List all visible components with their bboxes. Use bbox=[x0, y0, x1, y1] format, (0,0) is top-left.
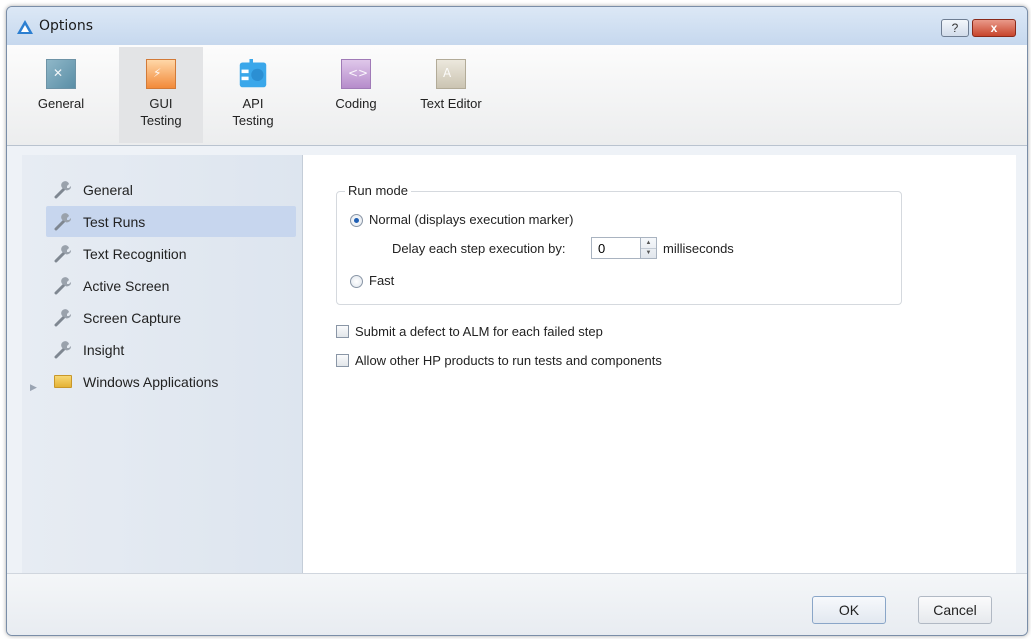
delay-unit-label: milliseconds bbox=[663, 241, 734, 256]
sidebar-item-label: Screen Capture bbox=[83, 309, 182, 326]
tab-text-editor-label: Text Editor bbox=[420, 96, 482, 111]
options-dialog: Options ? x ✕ General ⚡ GUI Testing API Te… bbox=[6, 6, 1028, 636]
title-bar[interactable]: Options ? x bbox=[7, 7, 1027, 45]
allow-hp-products-label[interactable]: Allow other HP products to run tests and… bbox=[355, 353, 662, 368]
sidebar-item-screen-capture[interactable]: Screen Capture bbox=[46, 302, 296, 333]
submit-defect-label[interactable]: Submit a defect to ALM for each failed s… bbox=[355, 324, 603, 339]
folder-icon bbox=[54, 375, 72, 388]
tab-coding-label: Coding bbox=[335, 96, 377, 111]
normal-mode-radio[interactable] bbox=[350, 214, 363, 227]
sidebar-item-text-recognition[interactable]: Text Recognition bbox=[46, 238, 296, 269]
window-title: Options bbox=[39, 18, 94, 34]
gui-testing-icon: ⚡ bbox=[146, 59, 176, 89]
tab-general[interactable]: ✕ General bbox=[11, 47, 111, 143]
sidebar-item-active-screen[interactable]: Active Screen bbox=[46, 270, 296, 301]
options-navigation-tree: General Test Runs Text Recognition Activ… bbox=[22, 155, 303, 573]
run-mode-legend: Run mode bbox=[345, 183, 411, 198]
sidebar-item-label: Test Runs bbox=[83, 213, 146, 230]
help-button[interactable]: ? bbox=[941, 19, 969, 37]
ok-button[interactable]: OK bbox=[812, 596, 886, 624]
wrench-icon bbox=[54, 276, 72, 294]
tab-api-testing[interactable]: API Testing bbox=[211, 47, 295, 143]
delay-input[interactable] bbox=[591, 237, 641, 259]
general-tools-icon: ✕ bbox=[46, 59, 76, 89]
sidebar-item-general[interactable]: General bbox=[46, 174, 296, 205]
coding-icon: <> bbox=[341, 59, 371, 89]
delay-spinner[interactable]: ▲ ▼ bbox=[641, 237, 657, 259]
sidebar-item-label: Windows Applications bbox=[83, 373, 219, 390]
wrench-icon bbox=[54, 212, 72, 230]
sidebar-item-label: Active Screen bbox=[83, 277, 170, 294]
wrench-icon bbox=[54, 180, 72, 198]
delay-label: Delay each step execution by: bbox=[392, 241, 566, 256]
tab-api-testing-label: API Testing bbox=[232, 96, 274, 128]
tab-general-label: General bbox=[37, 96, 85, 111]
close-button[interactable]: x bbox=[972, 19, 1016, 37]
sidebar-item-test-runs[interactable]: Test Runs bbox=[46, 206, 296, 237]
api-testing-icon bbox=[239, 59, 267, 88]
tab-coding[interactable]: <> Coding bbox=[311, 47, 401, 143]
submit-defect-checkbox[interactable] bbox=[336, 325, 349, 338]
app-logo-icon bbox=[17, 20, 33, 34]
cancel-button[interactable]: Cancel bbox=[918, 596, 992, 624]
sidebar-item-insight[interactable]: Insight bbox=[46, 334, 296, 365]
wrench-icon bbox=[54, 340, 72, 358]
sidebar-item-windows-applications[interactable]: Windows Applications bbox=[46, 366, 296, 397]
sidebar-item-label: Text Recognition bbox=[83, 245, 187, 262]
dialog-footer: OK Cancel bbox=[7, 573, 1027, 635]
sidebar-item-label: Insight bbox=[83, 341, 125, 358]
fast-mode-label[interactable]: Fast bbox=[369, 273, 394, 288]
allow-hp-products-checkbox[interactable] bbox=[336, 354, 349, 367]
tab-gui-testing[interactable]: ⚡ GUI Testing bbox=[119, 47, 203, 143]
tab-text-editor[interactable]: A Text Editor bbox=[401, 47, 501, 143]
wrench-icon bbox=[54, 244, 72, 262]
sidebar-item-label: General bbox=[83, 181, 133, 198]
wrench-icon bbox=[54, 308, 72, 326]
test-runs-settings-panel: Run mode Normal (displays execution mark… bbox=[303, 155, 1016, 573]
options-ribbon: ✕ General ⚡ GUI Testing API Testing <> Cod… bbox=[7, 45, 1027, 146]
normal-mode-label[interactable]: Normal (displays execution marker) bbox=[369, 212, 573, 227]
spin-down-icon[interactable]: ▼ bbox=[641, 248, 656, 258]
text-editor-icon: A bbox=[436, 59, 466, 89]
fast-mode-radio[interactable] bbox=[350, 275, 363, 288]
expand-arrow-icon[interactable]: ▶ bbox=[30, 382, 37, 393]
tab-gui-testing-label: GUI Testing bbox=[140, 96, 182, 128]
